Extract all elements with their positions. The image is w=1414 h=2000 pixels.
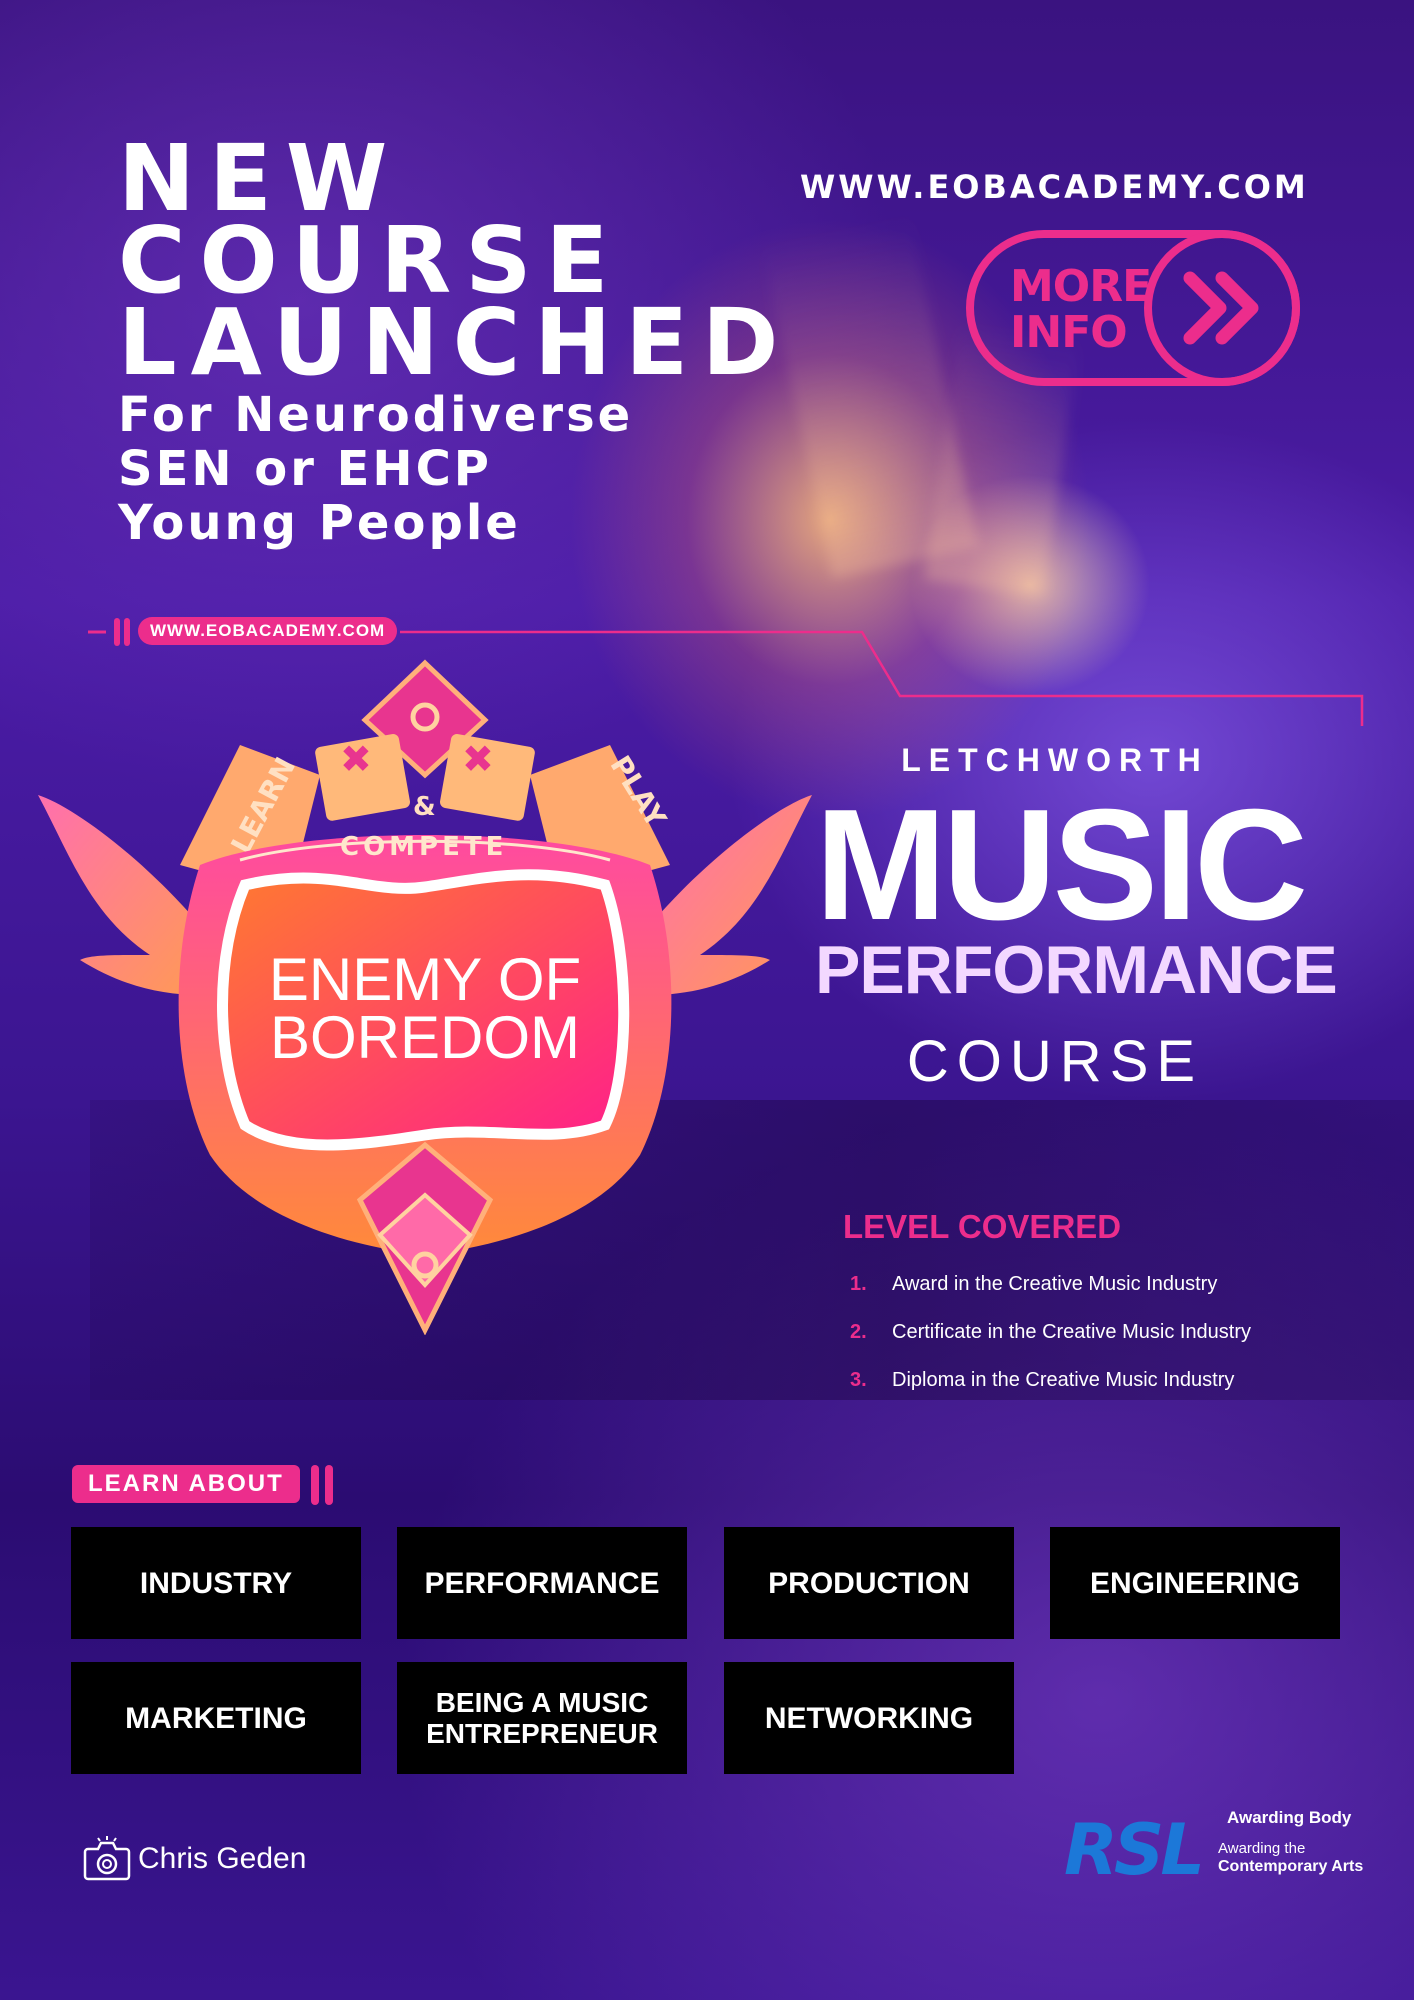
subheadline-line: Young People bbox=[118, 495, 521, 551]
topic-tile-networking[interactable]: NETWORKING bbox=[724, 1662, 1014, 1774]
topic-tile-entrepreneur[interactable]: BEING A MUSIC ENTREPRENEUR bbox=[397, 1662, 687, 1774]
svg-text:✖: ✖ bbox=[462, 737, 494, 781]
right-wing bbox=[650, 795, 812, 995]
photo-credit: Chris Geden bbox=[82, 1835, 306, 1883]
awarding-body-label: Awarding Body bbox=[1227, 1808, 1352, 1827]
topic-tile-marketing[interactable]: MARKETING bbox=[71, 1662, 361, 1774]
learn-about-label: LEARN ABOUT bbox=[72, 1465, 300, 1503]
headline: NEW COURSE LAUNCHED bbox=[118, 133, 793, 396]
more-info-button[interactable]: MORE INFO bbox=[966, 230, 1300, 386]
photographer-name: Chris Geden bbox=[138, 1842, 307, 1875]
headline-line: LAUNCHED bbox=[118, 289, 793, 396]
topic-tile-performance[interactable]: PERFORMANCE bbox=[397, 1527, 687, 1639]
level-number: 3. bbox=[850, 1368, 867, 1391]
level-text: Certificate in the Creative Music Indust… bbox=[892, 1320, 1252, 1343]
subheadline-line: SEN or EHCP bbox=[118, 441, 492, 497]
double-chevron-right-icon bbox=[1183, 271, 1259, 345]
course-title-course: COURSE bbox=[906, 1029, 1204, 1094]
list-item: 1. Award in the Creative Music Industry bbox=[850, 1260, 1251, 1308]
level-text: Award in the Creative Music Industry bbox=[892, 1272, 1218, 1295]
topic-tile-engineering[interactable]: ENGINEERING bbox=[1050, 1527, 1340, 1639]
website-link[interactable]: WWW.EOBACADEMY.COM bbox=[800, 168, 1309, 206]
awarding-line: Contemporary Arts bbox=[1218, 1858, 1364, 1875]
learn-about-bars bbox=[311, 1465, 333, 1505]
course-title-performance: PERFORMANCE bbox=[815, 932, 1338, 1008]
level-number: 2. bbox=[850, 1320, 867, 1343]
list-item: 3. Diploma in the Creative Music Industry bbox=[850, 1356, 1251, 1404]
topic-tile-industry[interactable]: INDUSTRY bbox=[71, 1527, 361, 1639]
more-info-label: MORE INFO bbox=[1010, 264, 1160, 356]
level-text: Diploma in the Creative Music Industry bbox=[892, 1368, 1235, 1391]
level-number: 1. bbox=[850, 1272, 867, 1295]
rsl-logo: RSL bbox=[1064, 1809, 1205, 1891]
more-info-line: INFO bbox=[1010, 307, 1128, 358]
awarding-body-text: Awarding the Contemporary Arts bbox=[1218, 1840, 1363, 1876]
subheadline: For Neurodiverse SEN or EHCP Young Peopl… bbox=[118, 388, 633, 550]
camera-icon bbox=[83, 1836, 131, 1881]
website-pill[interactable]: WWW.EOBACADEMY.COM bbox=[138, 617, 398, 645]
enemy-of-boredom-badge: ✖ ✖ LEARN PLAY & COMPETE ENEMY OF BOREDO… bbox=[38, 659, 812, 1335]
list-item: 2. Certificate in the Creative Music Indu… bbox=[850, 1308, 1251, 1356]
levels-list: 1. Award in the Creative Music Industry 2… bbox=[850, 1260, 1251, 1404]
svg-text:✖: ✖ bbox=[340, 737, 372, 781]
course-title-music: MUSIC bbox=[815, 777, 1308, 953]
badge-name-line1: ENEMY OF bbox=[269, 946, 581, 1013]
course-location: LETCHWORTH bbox=[901, 742, 1209, 778]
levels-title: LEVEL COVERED bbox=[843, 1208, 1122, 1245]
topic-tile-production[interactable]: PRODUCTION bbox=[724, 1527, 1014, 1639]
more-info-line: MORE bbox=[1010, 261, 1152, 312]
more-info-circle bbox=[1144, 230, 1300, 386]
badge-name-line2: BOREDOM bbox=[270, 1004, 580, 1071]
subheadline-line: For Neurodiverse bbox=[118, 387, 634, 443]
badge-ampersand: & bbox=[413, 792, 436, 822]
badge-compete: COMPETE bbox=[340, 832, 507, 862]
left-wing bbox=[38, 795, 200, 995]
awarding-line: Awarding the bbox=[1218, 1840, 1306, 1857]
